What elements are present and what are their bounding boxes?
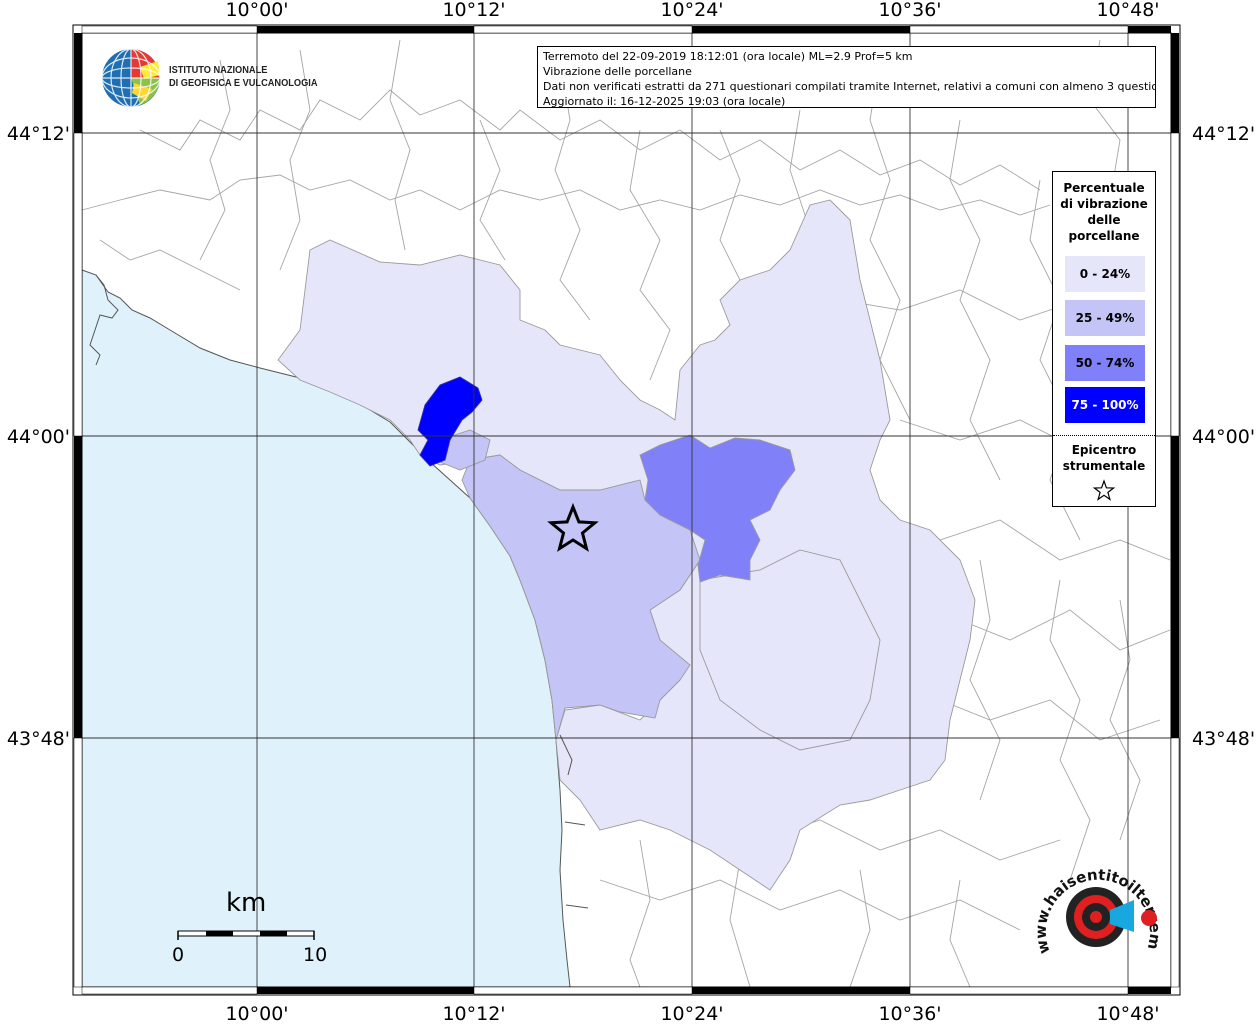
legend-title-line-4: porcellane <box>1068 229 1140 243</box>
scale-max-label: 10 <box>303 944 328 966</box>
x-label-bottom-2: 10°12' <box>442 1003 505 1024</box>
event-info-line-3: Dati non verificati estratti da 271 ques… <box>543 80 1156 93</box>
y-label-left-1: 44°12' <box>7 123 70 145</box>
legend-epicenter-label: Epicentro strumentale <box>1053 442 1155 474</box>
x-label-bottom-5: 10°48' <box>1096 1003 1159 1024</box>
x-axis-labels-bottom: 10°00' 10°12' 10°24' 10°36' 10°48' <box>225 1003 1159 1024</box>
x-axis-labels-top: 10°00' 10°12' 10°24' 10°36' 10°48' <box>225 0 1159 21</box>
globe-icon <box>101 48 161 108</box>
legend-class-50-74-label: 50 - 74% <box>1075 356 1135 370</box>
x-label-top-3: 10°24' <box>660 0 723 21</box>
legend-class-75-100: 75 - 100% <box>1065 387 1145 423</box>
legend-title-line-2: di vibrazione <box>1060 197 1148 211</box>
x-label-top-1: 10°00' <box>225 0 288 21</box>
hst-logo: www.haisentitoilterremoto.it <box>1031 846 1166 985</box>
y-axis-labels-right: 44°12' 44°00' 43°48' <box>1192 123 1255 750</box>
y-label-right-2: 44°00' <box>1192 426 1255 448</box>
legend-epicenter-line-1: Epicentro <box>1071 443 1137 457</box>
legend-class-50-74: 50 - 74% <box>1065 345 1145 381</box>
event-info-line-4: Aggiornato il: 16-12-2025 19:03 (ora loc… <box>543 95 786 108</box>
legend-class-25-49-label: 25 - 49% <box>1075 311 1135 325</box>
ingv-logo: ISTITUTO NAZIONALE DI GEOFISICA E VULCAN… <box>100 47 318 111</box>
x-label-bottom-4: 10°36' <box>878 1003 941 1024</box>
y-label-right-1: 44°12' <box>1192 123 1255 145</box>
scale-bar: km 0 10 <box>170 888 330 968</box>
legend-epicenter-line-2: strumentale <box>1062 459 1146 473</box>
x-label-top-2: 10°12' <box>442 0 505 21</box>
legend-separator <box>1053 435 1155 436</box>
ingv-name: ISTITUTO NAZIONALE DI GEOFISICA E VULCAN… <box>169 64 318 90</box>
x-label-top-5: 10°48' <box>1096 0 1159 21</box>
x-label-top-4: 10°36' <box>878 0 941 21</box>
legend-class-25-49: 25 - 49% <box>1065 300 1145 336</box>
x-label-bottom-3: 10°24' <box>660 1003 723 1024</box>
y-label-left-3: 43°48' <box>7 728 70 750</box>
ingv-name-line2: DI GEOFISICA E VULCANOLOGIA <box>169 77 318 89</box>
map-legend: Percentuale di vibrazione delle porcella… <box>1052 171 1156 507</box>
legend-title-line-3: delle <box>1087 213 1121 227</box>
scale-unit: km <box>226 888 267 918</box>
legend-title-line-1: Percentuale <box>1063 181 1145 195</box>
y-axis-labels-left: 44°12' 44°00' 43°48' <box>7 123 70 750</box>
legend-class-0-24: 0 - 24% <box>1065 256 1145 292</box>
legend-title: Percentuale di vibrazione delle porcella… <box>1053 180 1155 244</box>
y-label-right-3: 43°48' <box>1192 728 1255 750</box>
event-info-line-1: Terremoto del 22-09-2019 18:12:01 (ora l… <box>543 50 913 63</box>
scale-bar-graphic <box>177 930 315 940</box>
x-label-bottom-1: 10°00' <box>225 1003 288 1024</box>
event-info-line-2: Vibrazione delle porcellane <box>543 65 692 78</box>
scale-min-label: 0 <box>172 944 185 966</box>
event-info-box: Terremoto del 22-09-2019 18:12:01 (ora l… <box>537 46 1156 108</box>
ingv-name-line1: ISTITUTO NAZIONALE <box>169 64 268 76</box>
legend-class-75-100-label: 75 - 100% <box>1071 398 1139 412</box>
y-label-left-2: 44°00' <box>7 426 70 448</box>
speaker-icon: www.haisentitoilterremoto.it <box>1031 846 1164 956</box>
legend-class-0-24-label: 0 - 24% <box>1079 267 1131 281</box>
star-icon <box>1092 479 1116 501</box>
